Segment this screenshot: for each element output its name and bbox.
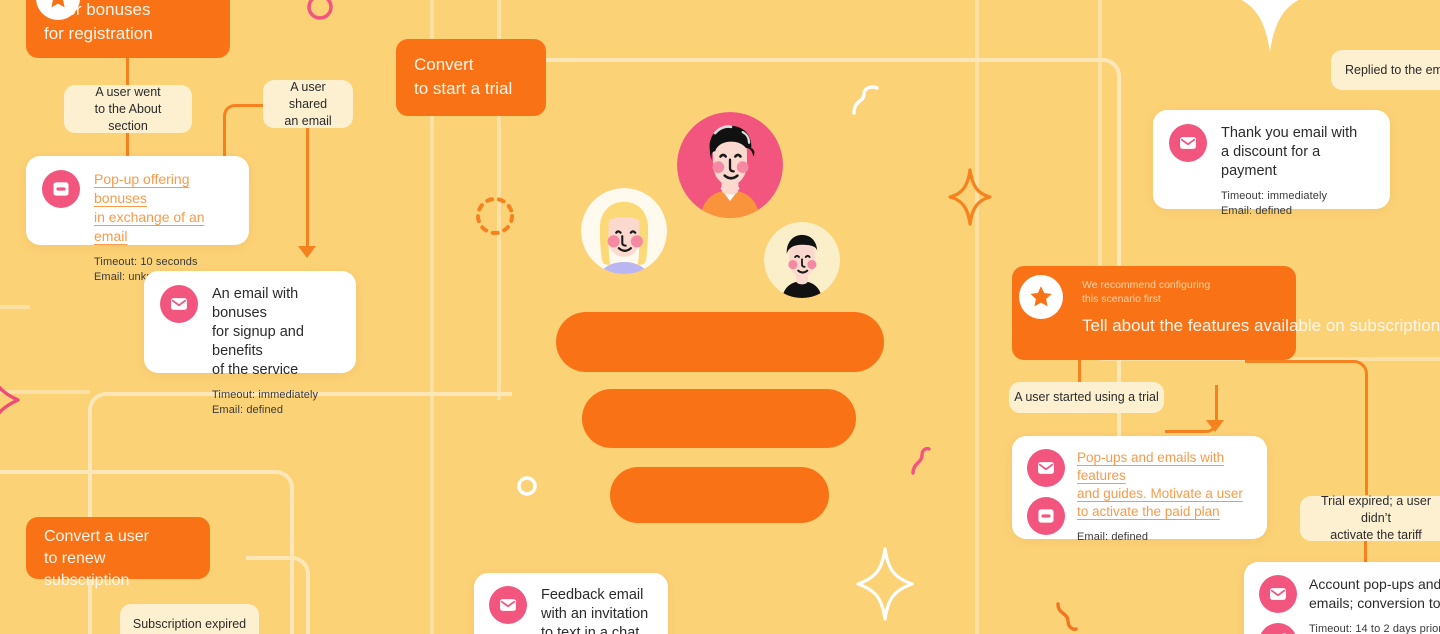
card-account-popups[interactable]: Account pop-ups and not emails; conversi… [1244, 562, 1440, 634]
card-popups-emails-features[interactable]: Pop-ups and emails with features and gui… [1012, 436, 1267, 543]
card-body: Feedback email with an invitation to tex… [541, 586, 648, 634]
dashed-ring-icon [474, 195, 516, 237]
email-icon [160, 285, 198, 323]
goal-title: Convert to start a trial [414, 55, 513, 98]
goal-note: We recommend configuring this scenario f… [1082, 279, 1211, 305]
email-icon [1027, 449, 1065, 487]
email-icon [489, 586, 527, 624]
connector [1078, 360, 1081, 382]
connector [126, 132, 129, 156]
card-popup-bonuses[interactable]: Pop-up offering bonuses in exchange of a… [26, 156, 249, 283]
card-title: Thank you email with a discount for a pa… [1221, 125, 1358, 179]
card-icons [1259, 575, 1297, 634]
card-body: Pop-up offering bonuses in exchange of a… [94, 170, 233, 283]
avatar [581, 188, 667, 274]
pill-subscription-expired[interactable]: Subscription expired [120, 604, 259, 634]
grid-line-h [0, 305, 30, 309]
avatar [677, 112, 783, 218]
card-meta: Timeout: immediately Email: defined [1221, 190, 1328, 217]
pill-label: Trial expired; a user didn’t activate th… [1321, 494, 1431, 542]
pill-label: Replied to the em [1345, 62, 1440, 77]
card-title[interactable]: Pop-ups and emails with features and gui… [1077, 449, 1252, 521]
card-icons [1169, 124, 1207, 195]
card-icons [42, 170, 80, 231]
pill-went-to-about[interactable]: A user went to the About section [64, 85, 192, 133]
goal-title: Tell about the features available on sub… [1082, 316, 1440, 335]
content-bar [582, 389, 856, 448]
card-email-bonuses-signup[interactable]: An email with bonuses for signup and ben… [144, 271, 356, 416]
pink-squiggle-icon [910, 446, 932, 476]
card-body: Thank you email with a discount for a pa… [1221, 124, 1374, 217]
card-body: An email with bonuses for signup and ben… [212, 285, 340, 416]
pink-ring-top-icon [305, 0, 335, 22]
card-title: Feedback email with an invitation to tex… [541, 587, 649, 634]
card-meta: Timeout: 14 to 2 days prior to the t Ema… [1309, 623, 1440, 634]
connector-arrow [1206, 420, 1224, 432]
content-bar [556, 312, 884, 372]
goal-convert-renew[interactable]: Convert a user to renew subscription [26, 517, 210, 589]
goal-title: Convert a user to renew subscription [44, 528, 149, 589]
scenario-canvas: Offer bonuses for registration Convert t… [0, 0, 1440, 634]
white-squiggle-icon [851, 84, 881, 116]
card-title[interactable]: Pop-up offering bonuses in exchange of a… [94, 170, 233, 246]
pill-label: Subscription expired [132, 616, 247, 631]
pill-shared-email[interactable]: A user shared an email [263, 80, 353, 128]
pill-trial-expired[interactable]: Trial expired; a user didn’t activate th… [1300, 494, 1440, 542]
card-body: Pop-ups and emails with features and gui… [1077, 449, 1252, 543]
popup-icon [1027, 497, 1065, 535]
orange-squiggle-icon [1055, 600, 1079, 634]
email-badge-icon [1259, 623, 1297, 634]
avatar [764, 222, 840, 298]
card-body: Account pop-ups and not emails; conversi… [1309, 575, 1440, 634]
card-icons [160, 285, 198, 359]
pink-sparkle-left-icon [0, 358, 20, 442]
email-icon [1169, 124, 1207, 162]
white-sparkle-top-right-icon [1208, 0, 1332, 52]
goal-convert-to-trial[interactable]: Convert to start a trial [396, 39, 546, 116]
white-sparkle-icon [856, 547, 914, 621]
card-icons [489, 586, 527, 634]
white-ring-icon [516, 475, 538, 497]
star-icon [1019, 275, 1063, 319]
pill-replied-to-email[interactable]: Replied to the em [1331, 50, 1440, 90]
card-thank-you-email[interactable]: Thank you email with a discount for a pa… [1153, 110, 1390, 217]
card-icons [1027, 449, 1065, 535]
content-bar [610, 467, 829, 523]
pill-started-trial[interactable]: A user started using a trial [1009, 382, 1164, 413]
orange-sparkle-icon [948, 168, 992, 226]
card-title: Account pop-ups and not emails; conversi… [1309, 576, 1440, 611]
card-meta: Email: defined [1077, 531, 1149, 543]
pill-label: A user shared an email [284, 79, 332, 128]
connector-arrow [298, 246, 316, 258]
card-feedback-email[interactable]: Feedback email with an invitation to tex… [474, 573, 668, 634]
popup-icon [42, 170, 80, 208]
pill-label: A user started using a trial [1014, 390, 1159, 404]
pill-label: A user went to the About section [94, 84, 162, 133]
email-icon [1259, 575, 1297, 613]
card-meta: Timeout: immediately Email: defined [212, 389, 319, 416]
connector [306, 128, 309, 248]
card-title: An email with bonuses for signup and ben… [212, 286, 304, 378]
